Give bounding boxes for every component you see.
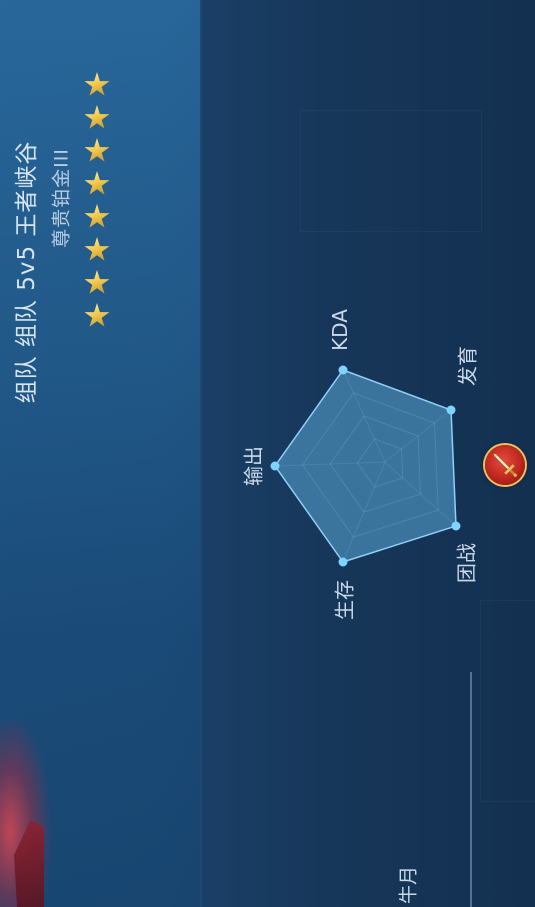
- radar-point-kda: [338, 365, 348, 375]
- partial-label: 牛月: [397, 865, 420, 905]
- sword-icon: [493, 453, 517, 477]
- radar-point-tuanzhan: [451, 521, 461, 531]
- radar-point-shengcun: [338, 557, 348, 567]
- section-divider-line: [470, 672, 472, 907]
- ability-radar-chart: [270, 365, 461, 567]
- radar-shape: [274, 369, 457, 563]
- radar-point-shuchu: [270, 461, 280, 471]
- radar-label-fayu: 发育: [455, 346, 480, 386]
- radar-point-fayu: [446, 405, 456, 415]
- position-badge[interactable]: [485, 445, 525, 485]
- radar-label-kda: KDA: [328, 309, 352, 351]
- radar-label-shuchu: 输出: [241, 446, 266, 486]
- radar-label-tuanzhan: 团战: [454, 543, 479, 583]
- radar-label-shengcun: 生存: [332, 580, 357, 620]
